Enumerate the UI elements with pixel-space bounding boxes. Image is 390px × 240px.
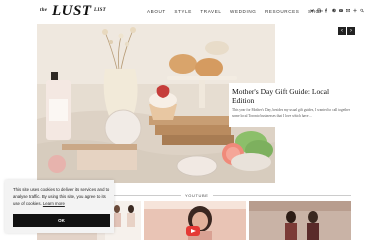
instagram-icon[interactable] — [317, 8, 322, 13]
youtube-section-label: YOUTUBE — [181, 192, 213, 198]
twitter-icon[interactable] — [310, 8, 314, 13]
video-thumbnail[interactable] — [249, 201, 351, 240]
logo-main-text: LUST — [52, 3, 92, 19]
nav-style[interactable]: STYLE — [174, 9, 192, 14]
slider-next-button[interactable]: › — [347, 27, 355, 35]
video-thumbnail[interactable] — [144, 201, 246, 240]
learn-more-link[interactable]: Learn more — [43, 201, 65, 206]
nav-resources[interactable]: RESOURCES — [265, 9, 300, 14]
social-icons — [310, 8, 365, 13]
bloglovin-icon[interactable] — [353, 8, 357, 13]
cookie-ok-button[interactable]: OK — [13, 214, 110, 227]
nav-wedding[interactable]: WEDDING — [230, 9, 256, 14]
main-nav: ABOUT STYLE TRAVEL WEDDING RESOURCES SHO… — [147, 9, 332, 14]
facebook-icon[interactable] — [324, 8, 328, 13]
nav-about[interactable]: ABOUT — [147, 9, 166, 14]
slide-caption: Mother's Day Gift Guide: Local Edition T… — [229, 83, 351, 127]
youtube-icon[interactable] — [338, 8, 343, 13]
nav-travel[interactable]: TRAVEL — [200, 9, 221, 14]
slide-excerpt: This year for Mother's Day, besides my u… — [232, 108, 350, 118]
header: the LUST LIST ABOUT STYLE TRAVEL WEDDING… — [0, 0, 390, 24]
cookie-message: This site uses cookies to deliver its se… — [13, 186, 113, 207]
cookie-consent-banner: This site uses cookies to deliver its se… — [5, 180, 114, 233]
email-icon[interactable] — [346, 8, 350, 13]
slide-title[interactable]: Mother's Day Gift Guide: Local Edition — [232, 87, 350, 105]
pinterest-icon[interactable] — [331, 8, 336, 13]
slider-arrows: ‹ › — [338, 27, 355, 35]
logo-left-text: the — [40, 8, 48, 13]
slider-prev-button[interactable]: ‹ — [338, 27, 346, 35]
search-icon[interactable] — [360, 8, 365, 13]
logo-right-text: LIST — [94, 8, 107, 13]
